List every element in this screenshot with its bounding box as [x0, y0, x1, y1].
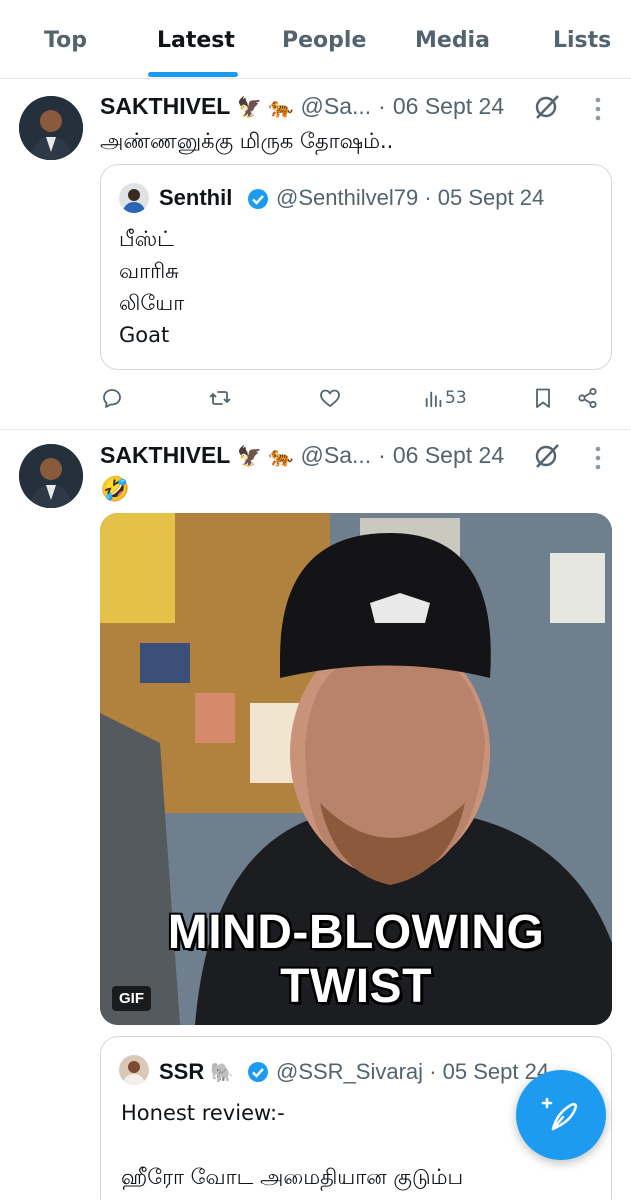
quote-meta: @SSR_Sivaraj · 05 Sept 24	[276, 1059, 549, 1085]
quote-author-handle: @SSR_Sivaraj	[276, 1059, 424, 1084]
author-name[interactable]: SAKTHIVEL	[100, 93, 230, 119]
separator-dot: ·	[424, 185, 432, 210]
quote-avatar	[119, 183, 149, 213]
tweet-header: SAKTHIVEL 🦅 🐅 @Sa... · 06 Sept 24	[100, 93, 504, 123]
more-icon[interactable]	[594, 96, 602, 122]
verified-badge-icon	[248, 1062, 268, 1082]
quote-line: ஹீரோ வோட அமைதியான குடும்ப	[121, 1165, 464, 1189]
quote-meta: @Senthilvel79 · 05 Sept 24	[276, 185, 544, 211]
tweet-date[interactable]: 06 Sept 24	[393, 93, 504, 119]
views-button[interactable]: 53	[423, 385, 467, 411]
author-name[interactable]: SAKTHIVEL	[100, 442, 230, 468]
tab-lists[interactable]: Lists	[553, 28, 611, 53]
separator-dot: ·	[378, 93, 386, 119]
compose-post-button[interactable]	[516, 1070, 606, 1160]
gif-caption-line2: TWIST	[280, 960, 432, 1013]
heart-icon	[320, 389, 340, 408]
quote-line: பீஸ்ட்	[119, 227, 174, 251]
grok-icon[interactable]	[533, 442, 561, 470]
reply-button[interactable]	[100, 385, 124, 411]
tweet-date[interactable]: 06 Sept 24	[393, 442, 504, 468]
verified-badge-icon	[248, 189, 268, 209]
quote-author-name-text: SSR	[159, 1059, 205, 1084]
bookmark-button[interactable]	[531, 385, 555, 411]
tab-media[interactable]: Media	[415, 28, 490, 53]
compose-post-icon	[541, 1097, 578, 1131]
tweet-actions: 53	[0, 385, 631, 415]
tab-latest[interactable]: Latest	[157, 28, 235, 53]
tab-top[interactable]: Top	[44, 28, 87, 53]
quote-line: Honest review:-	[121, 1101, 285, 1125]
like-button[interactable]	[318, 385, 342, 411]
quote-date: 05 Sept 24	[437, 185, 545, 210]
analytics-icon	[425, 391, 442, 408]
share-button[interactable]	[576, 385, 600, 411]
quote-line: Goat	[119, 323, 170, 347]
retweet-button[interactable]	[208, 385, 232, 411]
quote-line: வாரிசு	[119, 259, 179, 283]
active-tab-indicator	[148, 72, 238, 77]
views-count: 53	[445, 388, 467, 408]
quote-avatar	[119, 1055, 149, 1085]
more-icon[interactable]	[594, 445, 602, 471]
separator-dot: ·	[378, 442, 386, 468]
reply-icon	[103, 389, 121, 408]
separator-dot: ·	[429, 1059, 437, 1084]
quote-author-emojis: 🐘	[210, 1063, 235, 1084]
avatar[interactable]	[19, 444, 83, 508]
quote-line: லியோ	[119, 291, 185, 315]
quoted-tweet[interactable]: Senthil @Senthilvel79 · 05 Sept 24 பீஸ்ட…	[100, 164, 612, 370]
search-tabs: Top Latest People Media Lists	[0, 0, 631, 79]
tweet-text: அண்ணனுக்கு மிருக தோஷம்..	[100, 129, 394, 153]
tweet-header: SAKTHIVEL 🦅 🐅 @Sa... · 06 Sept 24	[100, 442, 504, 472]
tweet[interactable]: SAKTHIVEL 🦅 🐅 @Sa... · 06 Sept 24 அண்ணனு…	[0, 79, 631, 429]
gif-caption-line1: MIND-BLOWING	[167, 906, 545, 959]
share-icon	[578, 387, 597, 409]
avatar[interactable]	[19, 96, 83, 160]
grok-icon[interactable]	[533, 93, 561, 121]
gif-badge: GIF	[112, 986, 151, 1011]
tab-people[interactable]: People	[282, 28, 366, 53]
author-handle[interactable]: @Sa...	[301, 442, 372, 468]
quote-author-name: Senthil	[159, 185, 233, 210]
quote-author-name: SSR 🐘	[159, 1059, 234, 1085]
author-handle[interactable]: @Sa...	[301, 93, 372, 119]
author-emojis: 🦅 🐅	[237, 444, 294, 468]
author-emojis: 🦅 🐅	[237, 95, 294, 119]
quote-author-handle: @Senthilvel79	[276, 185, 419, 210]
bookmark-icon	[536, 388, 550, 408]
tweet-text: 🤣	[100, 475, 130, 503]
retweet-icon	[209, 391, 231, 405]
gif-media[interactable]: MIND-BLOWING TWIST GIF	[100, 513, 612, 1025]
